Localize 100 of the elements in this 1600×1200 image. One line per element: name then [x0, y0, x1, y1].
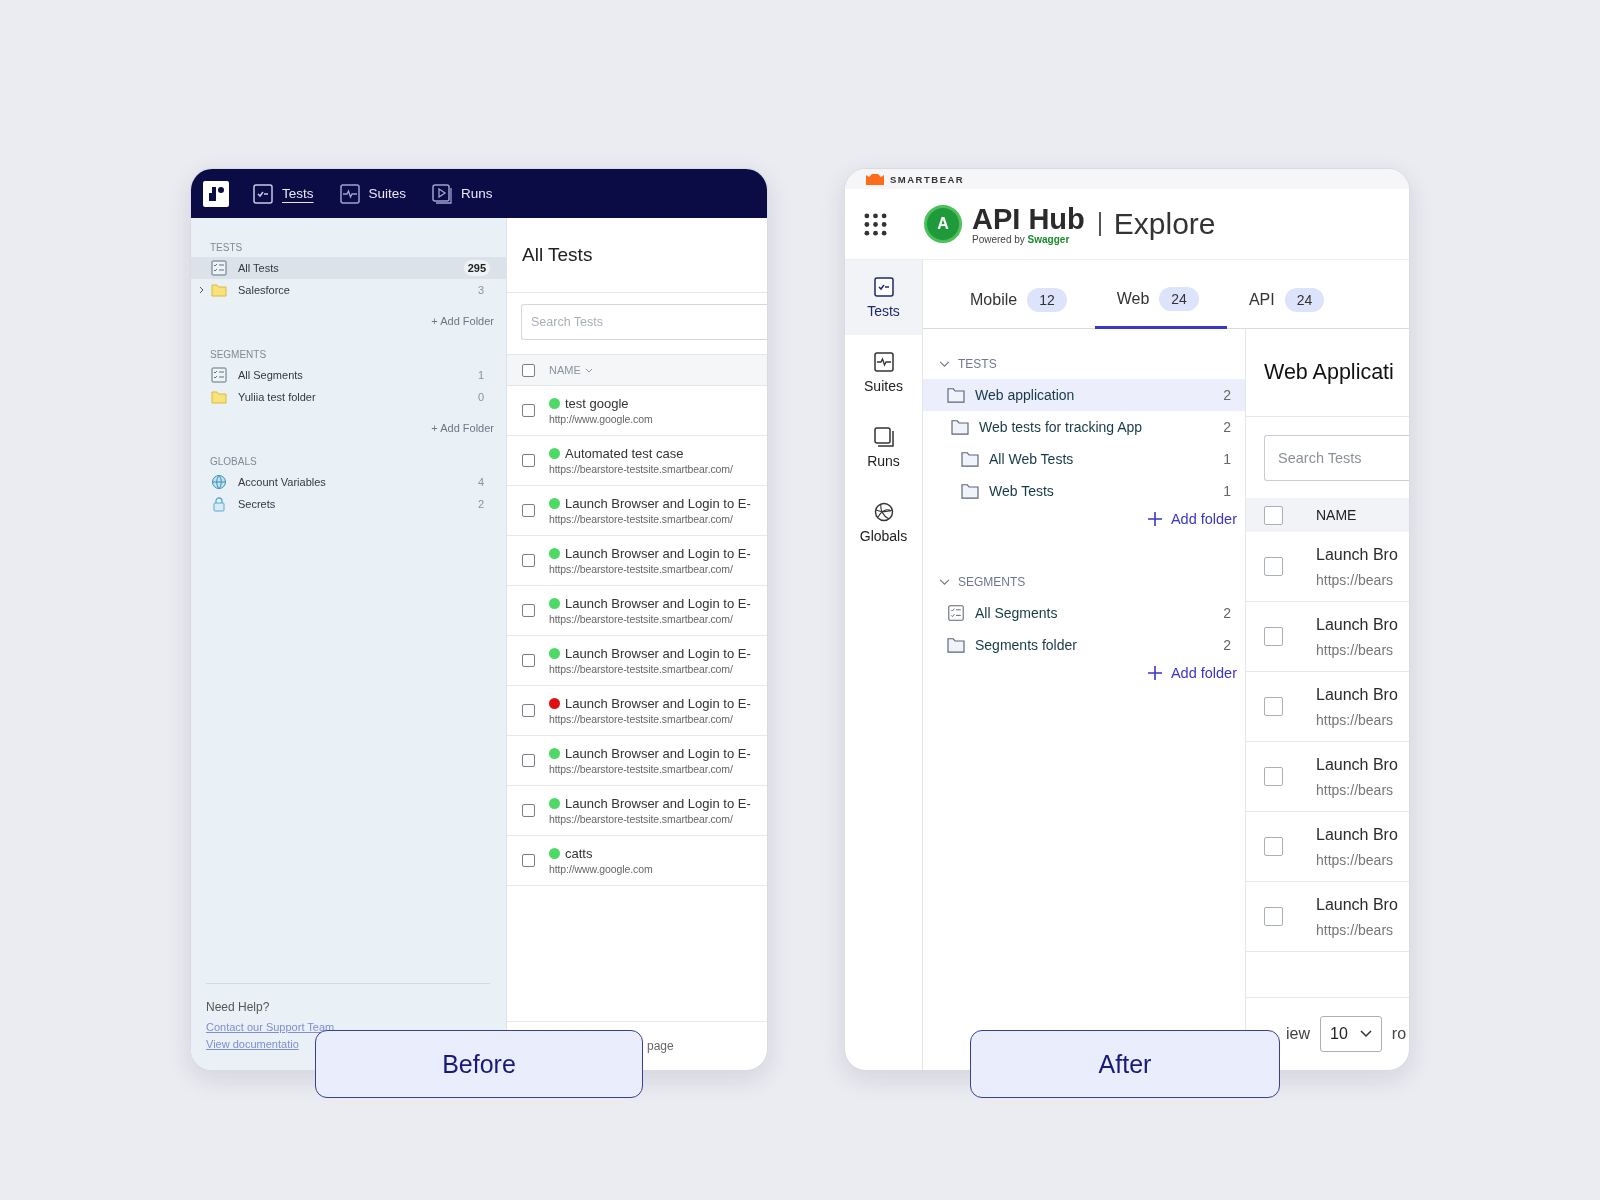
chevron-right-icon — [199, 286, 205, 294]
test-url: https://bearstore-testsite.smartbear.com/ — [549, 713, 734, 725]
checkbox[interactable] — [522, 363, 535, 377]
test-name[interactable]: Launch Bro — [1316, 615, 1398, 634]
test-url: https://bearstore-testsite.smartbear.com/ — [549, 663, 734, 675]
nav-tab[interactable]: Suites — [331, 183, 415, 204]
rail-item[interactable]: Tests — [845, 260, 922, 335]
test-name[interactable]: Launch Browser and Login to E- — [565, 546, 751, 561]
checkbox[interactable] — [1264, 697, 1283, 716]
folder-icon — [211, 282, 227, 298]
test-name[interactable]: Launch Browser and Login to E- — [565, 696, 751, 711]
checkbox[interactable] — [1264, 557, 1283, 576]
checkbox[interactable] — [522, 854, 535, 867]
test-name[interactable]: Launch Browser and Login to E- — [565, 746, 751, 761]
checkbox[interactable] — [1264, 767, 1283, 786]
logo-icon — [203, 180, 229, 207]
tree-item[interactable]: Web application 2 — [923, 379, 1245, 411]
checkbox[interactable] — [522, 654, 535, 667]
checkbox[interactable] — [1264, 907, 1283, 926]
nav-tab[interactable]: Tests — [245, 183, 322, 204]
pagination-text: page — [647, 1039, 674, 1053]
test-url: https://bearstore-testsite.smartbear.com/ — [549, 563, 734, 575]
checklist-icon — [211, 367, 227, 383]
checkbox[interactable] — [1264, 505, 1283, 525]
globe-icon — [211, 474, 227, 490]
folder-icon — [961, 483, 979, 499]
tree-item[interactable]: Segments folder 2 — [923, 629, 1245, 661]
test-name[interactable]: Launch Bro — [1316, 825, 1398, 844]
add-folder-link[interactable]: + Add Folder — [431, 422, 494, 434]
test-name[interactable]: Automated test case — [565, 446, 684, 461]
sidebar-item[interactable]: Salesforce 3 — [191, 279, 506, 301]
add-folder-link[interactable]: Add folder — [1147, 665, 1237, 681]
checklist-icon — [873, 276, 894, 297]
brand-name: SMARTBEAR — [890, 173, 965, 185]
folder-icon — [951, 419, 969, 435]
rail-item[interactable]: Runs — [845, 410, 922, 485]
test-name[interactable]: Launch Browser and Login to E- — [565, 596, 751, 611]
checkbox[interactable] — [1264, 627, 1283, 646]
search-field[interactable]: Search Tests — [1264, 435, 1409, 481]
pulse-icon — [339, 183, 360, 204]
rail-item[interactable]: Globals — [845, 485, 922, 560]
test-name[interactable]: Launch Bro — [1316, 755, 1398, 774]
tree-item[interactable]: All Web Tests 1 — [923, 443, 1245, 475]
sidebar-item[interactable]: All Tests 295 — [191, 257, 506, 279]
checkbox[interactable] — [522, 454, 535, 467]
test-name[interactable]: Launch Browser and Login to E- — [565, 796, 751, 811]
pagination-text: ro — [1391, 1025, 1407, 1043]
test-name[interactable]: test google — [565, 396, 629, 411]
folder-icon — [211, 389, 227, 405]
tree-item[interactable]: Web Tests 1 — [923, 475, 1245, 507]
page-size-select[interactable]: 10 — [1320, 1016, 1382, 1052]
chevron-down-icon[interactable] — [939, 578, 950, 586]
app-grid-icon[interactable] — [864, 212, 887, 236]
search-field[interactable]: Search Tests — [521, 304, 767, 340]
tab[interactable]: Mobile 12 — [948, 260, 1095, 329]
tree-item[interactable]: All Segments 2 — [923, 597, 1245, 629]
checkbox[interactable] — [522, 754, 535, 767]
nav-tab[interactable]: Runs — [424, 183, 501, 204]
page-title: Web Applicati — [1264, 360, 1394, 385]
folder-icon — [947, 637, 965, 653]
test-name[interactable]: Launch Bro — [1316, 545, 1398, 564]
copy-icon — [873, 426, 894, 447]
plus-icon — [1147, 666, 1162, 680]
column-heading[interactable]: NAME — [1316, 507, 1357, 523]
folder-icon — [947, 387, 965, 403]
add-folder-link[interactable]: Add folder — [1147, 511, 1237, 527]
section-name: Explore — [1113, 207, 1216, 241]
rail-item[interactable]: Suites — [845, 335, 922, 410]
tab[interactable]: API 24 — [1226, 260, 1353, 329]
checklist-icon — [211, 260, 227, 276]
checkbox[interactable] — [522, 704, 535, 717]
checkbox[interactable] — [522, 404, 535, 417]
test-name[interactable]: Launch Browser and Login to E- — [565, 496, 751, 511]
checklist-icon — [253, 183, 273, 204]
tab[interactable]: Web 24 — [1094, 260, 1227, 329]
sidebar-item[interactable]: Yuliia test folder 0 — [191, 386, 506, 408]
test-name[interactable]: catts — [565, 846, 593, 861]
sidebar-item[interactable]: Secrets 2 — [191, 493, 506, 515]
test-url: https://bearstore-testsite.smartbear.com/ — [549, 613, 734, 625]
section-heading: SEGMENTS — [209, 349, 268, 360]
add-folder-link[interactable]: + Add Folder — [431, 315, 494, 327]
globe-icon — [873, 501, 894, 522]
test-name[interactable]: Launch Bro — [1316, 895, 1398, 914]
test-name[interactable]: Launch Browser and Login to E- — [565, 646, 751, 661]
checkbox[interactable] — [522, 804, 535, 817]
checkbox[interactable] — [522, 554, 535, 567]
test-name[interactable]: Launch Bro — [1316, 685, 1398, 704]
sidebar-item[interactable]: Account Variables 4 — [191, 471, 506, 493]
chevron-down-icon[interactable] — [939, 360, 950, 368]
tree-item[interactable]: Web tests for tracking App 2 — [923, 411, 1245, 443]
checkbox[interactable] — [522, 604, 535, 617]
checkbox[interactable] — [1264, 837, 1283, 856]
powered-by-text: Powered by Swagger — [972, 233, 1071, 245]
section-heading: GLOBALS — [209, 456, 258, 467]
test-url: https://bears — [1316, 851, 1395, 868]
chevron-down-icon — [1359, 1030, 1372, 1038]
test-url: https://bearstore-testsite.smartbear.com/ — [549, 813, 734, 825]
checkbox[interactable] — [522, 504, 535, 517]
sidebar-item[interactable]: All Segments 1 — [191, 364, 506, 386]
section-heading: SEGMENTS — [958, 575, 1026, 589]
